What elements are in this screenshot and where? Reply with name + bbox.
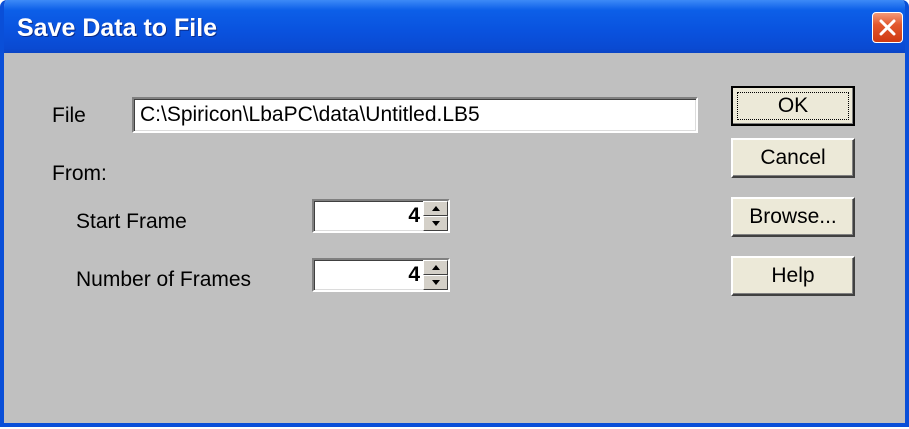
- number-of-frames-spinner[interactable]: 4: [312, 258, 450, 292]
- down-arrow-icon: [432, 221, 440, 226]
- dialog-body: File C:\Spiricon\LbaPC\data\Untitled.LB5…: [4, 53, 905, 423]
- up-arrow-icon: [432, 265, 440, 270]
- window-title: Save Data to File: [17, 14, 218, 42]
- close-button[interactable]: [872, 12, 903, 43]
- file-label: File: [52, 104, 86, 127]
- cancel-button[interactable]: Cancel: [731, 138, 855, 178]
- up-arrow-icon: [432, 206, 440, 211]
- help-button-label: Help: [771, 264, 815, 287]
- start-frame-value[interactable]: 4: [408, 204, 420, 228]
- number-of-frames-label: Number of Frames: [76, 268, 252, 291]
- focus-rect: [737, 92, 849, 120]
- close-icon: [879, 19, 896, 36]
- start-frame-label: Start Frame: [76, 210, 187, 233]
- start-frame-decrement-button[interactable]: [423, 216, 448, 231]
- save-data-dialog: Save Data to File File C:\Spiricon\LbaPC…: [0, 0, 909, 427]
- title-bar[interactable]: Save Data to File: [4, 0, 905, 57]
- file-path-input[interactable]: C:\Spiricon\LbaPC\data\Untitled.LB5: [132, 97, 698, 133]
- ok-button[interactable]: OK: [731, 86, 855, 126]
- browse-button-label: Browse...: [749, 205, 837, 228]
- number-of-frames-increment-button[interactable]: [423, 260, 448, 275]
- number-of-frames-value[interactable]: 4: [408, 263, 420, 287]
- browse-button[interactable]: Browse...: [731, 197, 855, 237]
- from-label: From:: [52, 162, 107, 185]
- number-of-frames-spin-buttons: [423, 260, 448, 290]
- number-of-frames-decrement-button[interactable]: [423, 275, 448, 290]
- cancel-button-label: Cancel: [760, 146, 826, 169]
- start-frame-spin-buttons: [423, 201, 448, 231]
- down-arrow-icon: [432, 280, 440, 285]
- start-frame-increment-button[interactable]: [423, 201, 448, 216]
- help-button[interactable]: Help: [731, 256, 855, 296]
- start-frame-spinner[interactable]: 4: [312, 199, 450, 233]
